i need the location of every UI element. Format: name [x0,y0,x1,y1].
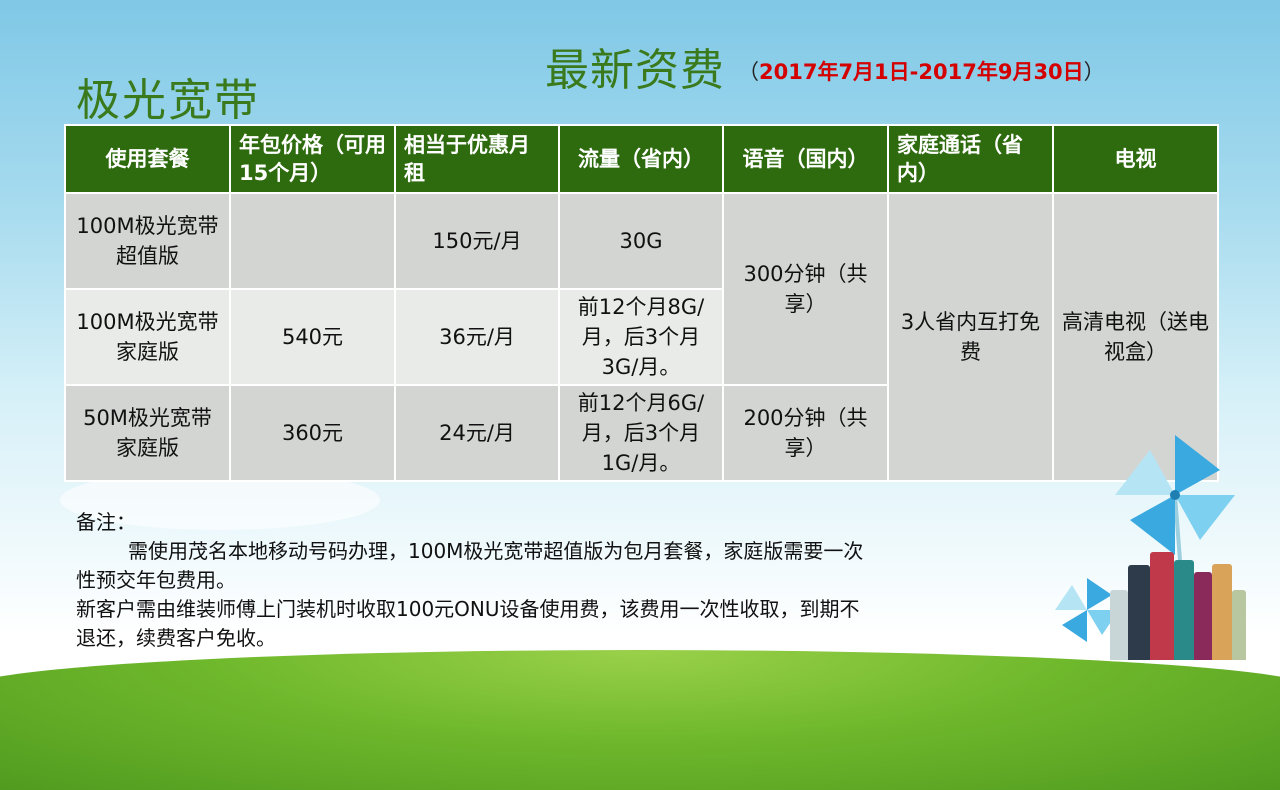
plan-name: 50M极光宽带 家庭版 [64,384,231,482]
table-row: 100M极光宽带 超值版 150元/月 30G 300分钟（共享） 3人省内互打免… [64,192,1219,482]
table-header-row: 使用套餐 年包价格（可用15个月） 相当于优惠月租 流量（省内） 语音（国内） … [64,124,1219,194]
book [1194,572,1212,660]
voice-minutes: 200分钟（共享） [722,384,889,482]
notes-line: 新客户需由维装师傅上门装机时收取100元ONU设备使用费，该费用一次性收取，到期… [76,597,860,650]
date-range-text: 2017年7月1日-2017年9月30日 [759,60,1084,84]
notes-heading: 备注： [76,510,136,534]
plan-name-line2: 家庭版 [116,340,179,364]
header-annual-price: 年包价格（可用15个月） [229,124,396,194]
monthly-price: 36元/月 [394,288,560,386]
monthly-price: 24元/月 [394,384,560,482]
date-paren-close: ） [1083,60,1105,84]
book [1150,552,1174,660]
monthly-price: 150元/月 [394,192,560,290]
pinwheel-icon [1115,435,1235,560]
book [1128,565,1150,660]
grass-hill [0,650,1280,790]
plan-name: 100M极光宽带 家庭版 [64,288,231,386]
slide: 极光宽带 最新资费 （2017年7月1日-2017年9月30日） 使用套餐 年包… [0,0,1280,790]
date-range: （2017年7月1日-2017年9月30日） [738,56,1105,86]
header-plan: 使用套餐 [64,124,231,194]
data-allowance: 前12个月8G/月，后3个月3G/月。 [558,288,724,386]
book [1110,590,1128,660]
family-call: 3人省内互打免费 [887,192,1054,482]
header-tv: 电视 [1052,124,1219,194]
pricing-table: 使用套餐 年包价格（可用15个月） 相当于优惠月租 流量（省内） 语音（国内） … [64,124,1219,482]
plan-name-line2: 家庭版 [116,436,179,460]
annual-price [229,192,396,290]
left-title: 极光宽带 [76,75,260,126]
date-paren-open: （ [738,60,759,84]
header-voice: 语音（国内） [722,124,889,194]
header-monthly-equivalent: 相当于优惠月租 [394,124,560,194]
annual-price: 540元 [229,288,396,386]
plan-name-line1: 100M极光宽带 [76,214,219,238]
plan-name-line2: 超值版 [116,244,179,268]
plan-name: 100M极光宽带 超值版 [64,192,231,290]
annual-price: 360元 [229,384,396,482]
voice-minutes: 300分钟（共享） [722,192,889,386]
plan-name-line1: 100M极光宽带 [76,310,219,334]
book [1174,560,1194,660]
notes: 备注： 需使用茂名本地移动号码办理，100M极光宽带超值版为包月套餐，家庭版需要… [76,508,876,653]
plan-name-line1: 50M极光宽带 [83,406,212,430]
notes-line: 需使用茂名本地移动号码办理，100M极光宽带超值版为包月套餐，家庭版需要一次性预… [76,539,864,592]
book-stack [1110,550,1250,660]
book [1232,590,1246,660]
data-allowance: 前12个月6G/月，后3个月1G/月。 [558,384,724,482]
main-title: 最新资费 [545,45,725,96]
header-data: 流量（省内） [558,124,724,194]
header-family-call: 家庭通话（省内） [887,124,1054,194]
book [1212,564,1232,660]
data-allowance: 30G [558,192,724,290]
